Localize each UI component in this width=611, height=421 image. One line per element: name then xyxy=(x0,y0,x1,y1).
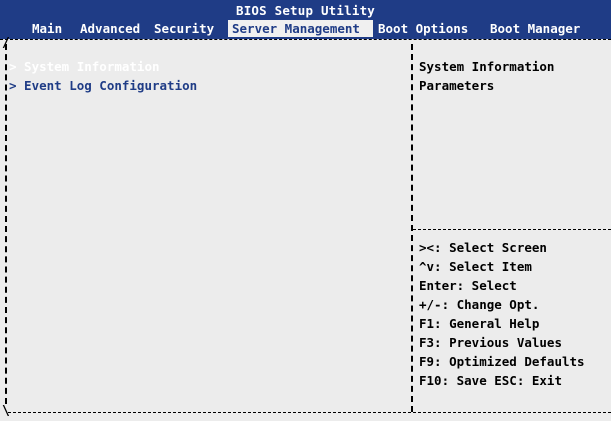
help-key-f1: F1: General Help xyxy=(419,316,540,331)
title-bar: BIOS Setup Utility xyxy=(0,0,611,21)
top-divider xyxy=(0,39,611,41)
item-event-log-configuration[interactable]: > Event Log Configuration xyxy=(9,78,197,94)
menu-boot-options[interactable]: Boot Options xyxy=(374,20,472,37)
menu-security[interactable]: Security xyxy=(150,20,218,37)
help-key-f3: F3: Previous Values xyxy=(419,335,562,350)
help-key-f10-esc: F10: Save ESC: Exit xyxy=(419,373,562,388)
corner-bottom-left: \ xyxy=(2,404,10,419)
menu-server-management[interactable]: Server Management xyxy=(228,20,373,37)
bottom-divider xyxy=(8,412,611,414)
menu-boot-manager[interactable]: Boot Manager xyxy=(486,20,584,37)
help-key-select-screen: ><: Select Screen xyxy=(419,240,547,255)
app-title: BIOS Setup Utility xyxy=(235,3,376,18)
help-key-enter: Enter: Select xyxy=(419,278,517,293)
menu-main[interactable]: Main xyxy=(28,20,66,37)
menu-advanced[interactable]: Advanced xyxy=(76,20,144,37)
help-key-select-item: ^v: Select Item xyxy=(419,259,532,274)
help-divider xyxy=(413,229,611,231)
help-description-line: Parameters xyxy=(419,78,495,93)
left-border xyxy=(5,44,7,404)
center-divider xyxy=(411,44,413,412)
help-key-f9: F9: Optimized Defaults xyxy=(419,354,585,369)
bios-screen: BIOS Setup Utility Main Advanced Securit… xyxy=(0,0,611,421)
help-description-line: System Information xyxy=(419,59,555,74)
item-system-information[interactable]: > System Information xyxy=(9,59,160,75)
help-key-change-option: +/-: Change Opt. xyxy=(419,297,540,312)
